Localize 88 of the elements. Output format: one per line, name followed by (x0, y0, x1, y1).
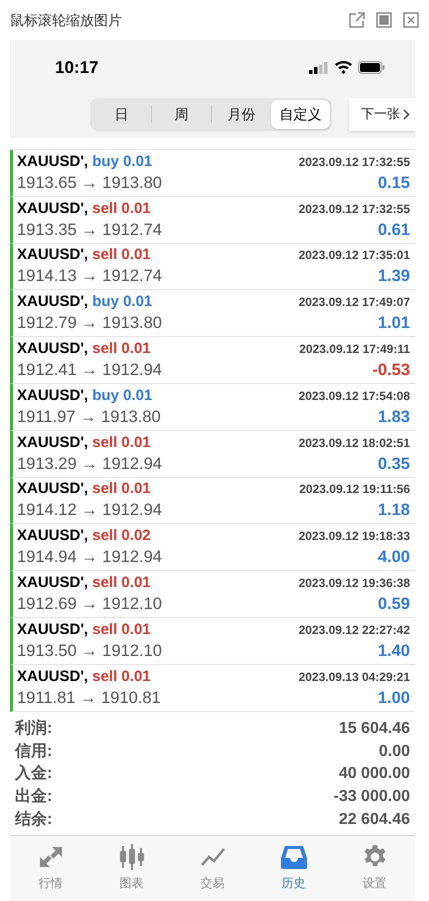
deal-row[interactable]: XAUUSD', buy 0.01 2023.09.12 17:32:55 1913.65 → 1913.80 0.15 (10, 150, 415, 197)
next-image-button[interactable]: 下一张 (349, 98, 415, 130)
deal-title: XAUUSD', sell 0.01 (17, 339, 151, 360)
period-tab[interactable]: 自定义 (271, 100, 330, 128)
deal-time: 2023.09.12 17:32:55 (298, 154, 410, 171)
summary-label: 出金: (15, 786, 52, 807)
deal-prices: 1911.81 → 1910.81 (17, 688, 161, 709)
period-tab[interactable]: 日 (92, 100, 151, 128)
window-title: 鼠标滚轮缩放图片 (10, 10, 122, 30)
deal-row[interactable]: XAUUSD', sell 0.01 2023.09.12 22:27:42 1913.50 → 1912.10 1.40 (10, 618, 415, 665)
arrows-icon (38, 845, 64, 869)
summary-value: 40 000.00 (338, 764, 410, 784)
deal-prices: 1914.94 → 1912.94 (17, 547, 162, 568)
deal-prices: 1913.35 → 1912.74 (17, 220, 162, 241)
period-tab[interactable]: 月份 (212, 100, 271, 128)
deal-title: XAUUSD', sell 0.01 (17, 573, 151, 594)
deal-profit: 1.83 (378, 406, 410, 428)
fullscreen-icon[interactable] (376, 12, 392, 28)
deal-time: 2023.09.12 17:49:07 (298, 294, 410, 312)
deal-row[interactable]: XAUUSD', sell 0.02 2023.09.12 19:18:33 1914.94 → 1912.94 4.00 (10, 524, 415, 572)
deal-profit: 1.00 (378, 688, 410, 709)
deal-profit: 1.18 (378, 500, 410, 522)
deal-profit: 1.01 (378, 313, 410, 334)
inbox-icon (280, 845, 308, 869)
summary-value: 22 604.46 (338, 810, 410, 830)
deal-time: 2023.09.12 18:02:51 (298, 434, 410, 452)
deal-row[interactable]: XAUUSD', sell 0.01 2023.09.12 17:35:01 1914.13 → 1912.74 1.39 (10, 244, 415, 290)
deal-row[interactable]: XAUUSD', buy 0.01 2023.09.12 17:54:08 1911.97 → 1913.80 1.83 (10, 384, 415, 431)
deal-time: 2023.09.12 17:54:08 (298, 388, 410, 405)
deal-title: XAUUSD', buy 0.01 (17, 152, 152, 172)
deal-row[interactable]: XAUUSD', sell 0.01 2023.09.12 19:36:38 1912.69 → 1912.10 0.59 (10, 571, 415, 618)
deal-title: XAUUSD', sell 0.01 (17, 245, 151, 266)
external-link-icon[interactable] (349, 12, 365, 28)
deal-title: XAUUSD', buy 0.01 (17, 292, 152, 312)
deal-time: 2023.09.12 17:49:11 (299, 341, 410, 358)
deal-row[interactable]: XAUUSD', sell 0.01 2023.09.13 04:29:21 1911.81 → 1910.81 1.00 (10, 664, 415, 712)
tab-bar-item[interactable]: 历史 (253, 844, 334, 892)
deal-time: 2023.09.12 19:36:38 (298, 575, 410, 592)
deal-prices: 1912.79 → 1913.80 (17, 313, 162, 334)
summary-label: 结余: (15, 810, 52, 830)
deal-title: XAUUSD', sell 0.01 (17, 479, 151, 500)
summary-label: 信用: (15, 742, 52, 762)
deal-profit: 0.35 (378, 454, 410, 475)
deal-time: 2023.09.12 19:18:33 (298, 528, 410, 546)
deal-profit: 1.39 (378, 266, 410, 288)
deal-prices: 1913.65 → 1913.80 (17, 172, 162, 194)
deal-row[interactable]: XAUUSD', buy 0.01 2023.09.12 17:49:07 1912.79 → 1913.80 1.01 (10, 290, 415, 338)
summary-value: -33 000.00 (333, 786, 410, 807)
wifi-icon (335, 61, 352, 74)
clock: 10:17 (55, 56, 98, 79)
battery-icon (358, 61, 385, 74)
deal-title: XAUUSD', sell 0.01 (17, 198, 151, 219)
deal-prices: 1911.97 → 1913.80 (17, 406, 161, 428)
close-icon[interactable] (403, 12, 419, 28)
deal-profit: 4.00 (378, 547, 410, 568)
deal-prices: 1913.50 → 1912.10 (17, 640, 162, 662)
deal-row[interactable]: XAUUSD', sell 0.01 2023.09.12 19:11:56 1914.12 → 1912.94 1.18 (10, 478, 415, 524)
deal-prices: 1914.12 → 1912.94 (17, 500, 162, 522)
deal-title: XAUUSD', sell 0.01 (17, 432, 151, 453)
deal-row[interactable]: XAUUSD', sell 0.01 2023.09.12 17:49:11 1912.41 → 1912.94 -0.53 (10, 337, 415, 384)
deal-prices: 1912.41 → 1912.94 (17, 360, 162, 382)
deal-time: 2023.09.12 17:32:55 (298, 200, 410, 218)
deal-row[interactable]: XAUUSD', sell 0.01 2023.09.12 18:02:51 1913.29 → 1912.94 0.35 (10, 430, 415, 478)
period-tab[interactable]: 周 (152, 100, 211, 128)
deal-profit: 1.40 (378, 640, 410, 662)
summary-label: 利润: (15, 718, 52, 739)
deal-time: 2023.09.12 17:35:01 (298, 247, 410, 264)
deal-prices: 1913.29 → 1912.94 (17, 454, 162, 475)
deal-profit: -0.53 (372, 360, 410, 382)
summary-label: 入金: (15, 763, 52, 784)
deal-time: 2023.09.12 22:27:42 (298, 622, 410, 639)
deal-title: XAUUSD', buy 0.01 (17, 386, 152, 406)
deal-profit: 0.15 (378, 172, 410, 194)
deal-title: XAUUSD', sell 0.02 (17, 526, 151, 546)
summary-value: 0.00 (378, 742, 410, 762)
candlestick-icon (118, 844, 144, 870)
signal-icon (309, 62, 329, 74)
deal-profit: 0.61 (378, 220, 410, 241)
deal-prices: 1912.69 → 1912.10 (17, 594, 162, 616)
summary-value: 15 604.46 (338, 718, 410, 739)
deal-time: 2023.09.12 19:11:56 (299, 481, 410, 498)
deal-profit: 0.59 (378, 594, 410, 616)
deal-title: XAUUSD', sell 0.01 (17, 620, 151, 640)
deal-row[interactable]: XAUUSD', sell 0.01 2023.09.12 17:32:55 1913.35 → 1912.74 0.61 (10, 196, 415, 244)
deal-prices: 1914.13 → 1912.74 (17, 266, 162, 288)
chevron-right-icon (403, 108, 410, 120)
deal-title: XAUUSD', sell 0.01 (17, 666, 151, 687)
deal-time: 2023.09.13 04:29:21 (298, 668, 410, 686)
